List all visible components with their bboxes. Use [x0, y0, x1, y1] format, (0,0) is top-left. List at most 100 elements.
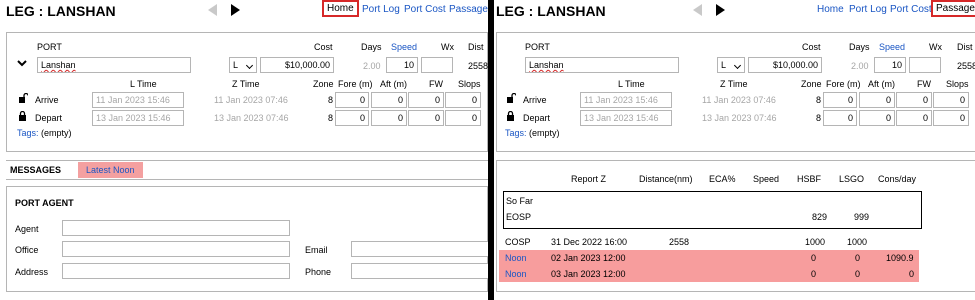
- days-value: 2.00: [363, 61, 381, 71]
- next-arrow-icon[interactable]: [231, 4, 240, 16]
- arrive-ltime-input[interactable]: 11 Jan 2023 15:46: [92, 92, 184, 108]
- tags-value: (empty): [529, 128, 560, 138]
- arrive-fw-input[interactable]: 0: [408, 92, 444, 108]
- address-input[interactable]: [62, 263, 290, 279]
- row-type[interactable]: Noon: [505, 269, 527, 279]
- speed-input[interactable]: 10: [874, 57, 906, 73]
- nav-passage-link[interactable]: Passage: [449, 4, 488, 15]
- arrive-ltime-input[interactable]: 11 Jan 2023 15:46: [580, 92, 672, 108]
- arrive-slops-input[interactable]: 0: [933, 92, 969, 108]
- port-label: PORT: [37, 42, 62, 52]
- depart-label: Depart: [35, 113, 63, 123]
- depart-ltime-input[interactable]: 13 Jan 2023 15:46: [580, 110, 672, 126]
- cost-input[interactable]: $10,000.00: [748, 57, 822, 73]
- depart-slops-input[interactable]: 0: [933, 110, 969, 126]
- wx-input[interactable]: [421, 57, 453, 73]
- tags-link[interactable]: Tags:: [17, 128, 39, 138]
- col-distance: Distance(nm): [639, 174, 693, 184]
- tags-value: (empty): [41, 128, 72, 138]
- pane-divider: [488, 0, 494, 300]
- depart-fw-input[interactable]: 0: [408, 110, 444, 126]
- wx-header: Wx: [929, 42, 942, 52]
- tags-row: Tags: (empty): [505, 128, 560, 138]
- depart-ztime: 13 Jan 2023 07:46: [702, 113, 777, 123]
- table-row[interactable]: Noon 02 Jan 2023 12:00 0 0 1090.9: [499, 250, 919, 266]
- days-header: Days: [849, 42, 870, 52]
- leg-panel: PORT Lanshan Cost Days Speed Wx Dist L $…: [6, 32, 488, 152]
- table-row[interactable]: COSP 31 Dec 2022 16:00 2558 1000 1000: [503, 235, 922, 249]
- row-lsgo: 0: [855, 269, 861, 279]
- load-select[interactable]: L: [717, 57, 745, 73]
- fw-header: FW: [917, 79, 931, 89]
- eosp-label: EOSP: [506, 212, 532, 222]
- port-agent-panel: PORT AGENT Agent Office Email Address Ph…: [6, 186, 489, 292]
- port-input[interactable]: Lanshan: [37, 57, 191, 73]
- lock-icon[interactable]: [507, 111, 516, 121]
- chevron-down-icon[interactable]: [17, 60, 27, 67]
- arrive-aft-input[interactable]: 0: [859, 92, 895, 108]
- depart-fore-input[interactable]: 0: [335, 110, 369, 126]
- depart-ltime-input[interactable]: 13 Jan 2023 15:46: [92, 110, 184, 126]
- dist-value: 2558: [957, 61, 975, 71]
- fore-header: Fore (m): [826, 79, 861, 89]
- unlock-icon[interactable]: [507, 93, 516, 103]
- prev-arrow-icon[interactable]: [208, 4, 217, 16]
- lock-icon[interactable]: [19, 111, 28, 121]
- agent-input[interactable]: [62, 220, 290, 236]
- email-input[interactable]: [351, 241, 489, 257]
- eosp-hsbf: 829: [812, 212, 828, 222]
- page-title: LEG : LANSHAN: [496, 3, 606, 19]
- speed-header[interactable]: Speed: [391, 42, 417, 52]
- arrive-ztime: 11 Jan 2023 07:46: [702, 95, 776, 105]
- so-far-label: So Far: [506, 196, 534, 206]
- col-cons-day: Cons/day: [878, 174, 917, 184]
- office-label: Office: [15, 245, 39, 255]
- row-type[interactable]: Noon: [505, 253, 527, 263]
- nav-port-log-link[interactable]: Port Log: [849, 4, 887, 15]
- port-input[interactable]: Lanshan: [525, 57, 679, 73]
- arrive-fore-input[interactable]: 0: [335, 92, 369, 108]
- nav-port-cost-link[interactable]: Port Cost: [890, 4, 932, 15]
- nav-home-link[interactable]: Home: [322, 0, 359, 17]
- days-value: 2.00: [851, 61, 869, 71]
- arrive-fore-input[interactable]: 0: [823, 92, 857, 108]
- depart-slops-input[interactable]: 0: [445, 110, 481, 126]
- office-input[interactable]: [62, 241, 290, 257]
- arrive-zone: 8: [816, 95, 822, 105]
- depart-aft-input[interactable]: 0: [859, 110, 895, 126]
- row-distance: 2558: [669, 237, 690, 247]
- phone-input[interactable]: [351, 263, 489, 279]
- depart-fore-input[interactable]: 0: [823, 110, 857, 126]
- nav-port-cost-link[interactable]: Port Cost: [404, 4, 446, 15]
- depart-fw-input[interactable]: 0: [896, 110, 932, 126]
- arrive-slops-input[interactable]: 0: [445, 92, 481, 108]
- col-hsbf: HSBF: [797, 174, 822, 184]
- arrive-fw-input[interactable]: 0: [896, 92, 932, 108]
- speed-header[interactable]: Speed: [879, 42, 905, 52]
- nav-passage-link[interactable]: Passage: [931, 0, 975, 17]
- arrive-aft-input[interactable]: 0: [371, 92, 407, 108]
- tab-messages[interactable]: MESSAGES: [10, 165, 61, 175]
- so-far-box: So Far EOSP 829 999: [503, 191, 922, 229]
- prev-arrow-icon[interactable]: [693, 4, 702, 16]
- speed-input[interactable]: 10: [386, 57, 418, 73]
- aft-header: Aft (m): [868, 79, 895, 89]
- unlock-icon[interactable]: [19, 93, 28, 103]
- next-arrow-icon[interactable]: [716, 4, 725, 16]
- load-select[interactable]: L: [229, 57, 257, 73]
- row-hsbf: 1000: [805, 237, 826, 247]
- cost-input[interactable]: $10,000.00: [260, 57, 334, 73]
- days-header: Days: [361, 42, 382, 52]
- nav-home-link[interactable]: Home: [817, 4, 844, 15]
- wx-input[interactable]: [909, 57, 941, 73]
- table-row[interactable]: Noon 03 Jan 2023 12:00 0 0 0: [499, 266, 919, 282]
- depart-ztime: 13 Jan 2023 07:46: [214, 113, 289, 123]
- depart-aft-input[interactable]: 0: [371, 110, 407, 126]
- wx-header: Wx: [441, 42, 454, 52]
- tags-row: Tags: (empty): [17, 128, 72, 138]
- col-lsgo: LSGO: [839, 174, 865, 184]
- tab-latest-noon[interactable]: Latest Noon: [78, 162, 143, 178]
- nav-port-log-link[interactable]: Port Log: [362, 4, 400, 15]
- tags-link[interactable]: Tags:: [505, 128, 527, 138]
- ztime-header: Z Time: [232, 79, 260, 89]
